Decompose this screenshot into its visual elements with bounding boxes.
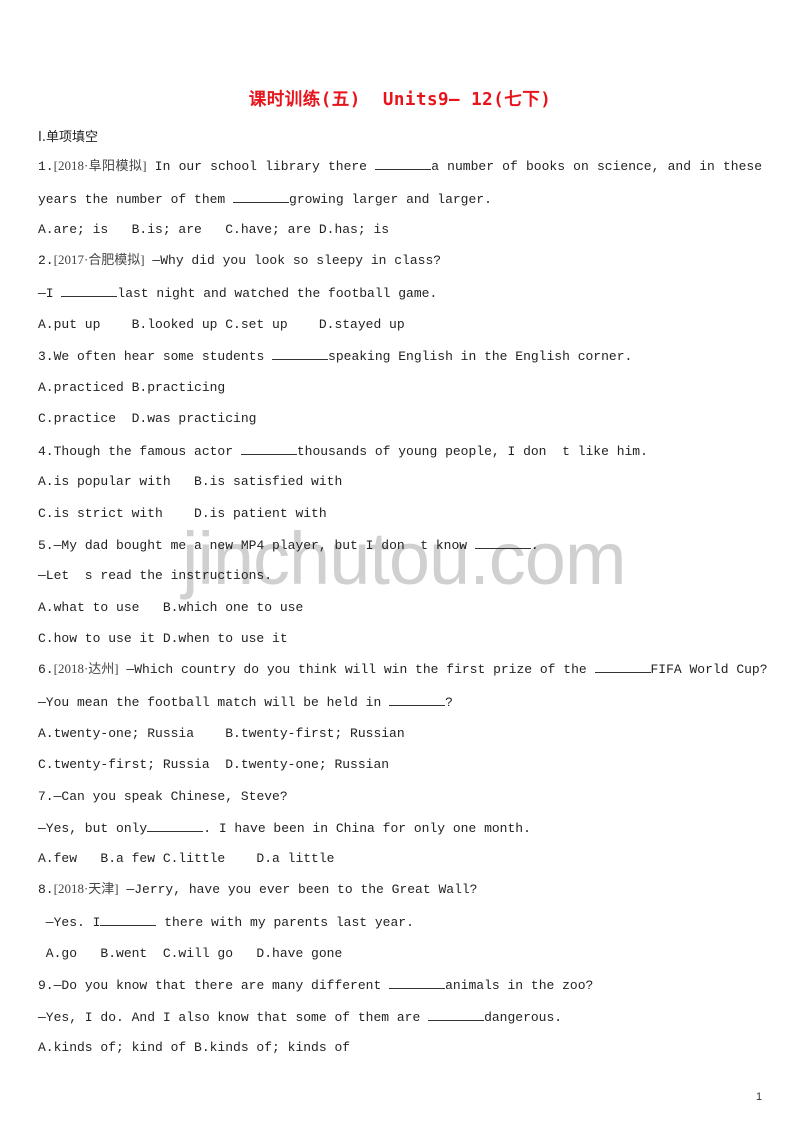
question-3-line-1: 3.We often hear some students speaking E… (38, 348, 632, 365)
answer-blank[interactable] (474, 537, 531, 549)
question-1-options: A.are; is B.is; are C.have; are D.has; i… (38, 222, 390, 237)
question-text: growing larger and larger. (289, 192, 492, 207)
answer-blank[interactable] (375, 158, 432, 170)
question-number: 9. (38, 978, 54, 993)
question-6-options-1: A.twenty-one; Russia B.twenty-first; Rus… (38, 726, 405, 741)
question-number: 7. (38, 789, 54, 804)
watermark: jinchutou.com (182, 517, 627, 600)
question-8-line-2: —Yes. I there with my parents last year. (38, 914, 414, 931)
answer-blank[interactable] (233, 191, 290, 203)
question-6-line-2: —You mean the football match will be hel… (38, 694, 453, 711)
question-6-line-1: 6.[2018·达州] —Which country do you think … (38, 661, 768, 678)
answer-blank[interactable] (61, 285, 118, 297)
question-text: animals in the zoo? (445, 978, 594, 993)
question-3-options-2: C.practice D.was practicing (38, 411, 257, 426)
question-1-line-2: years the number of them growing larger … (38, 191, 492, 208)
question-text: FIFA World Cup? (650, 662, 768, 677)
question-7-line-2: —Yes, but only . I have been in China for… (38, 820, 531, 837)
question-text: . I have been in China for only one mont… (203, 821, 531, 836)
question-text: dangerous. (484, 1010, 563, 1025)
answer-blank[interactable] (147, 820, 204, 832)
question-text: years the number of them (38, 192, 234, 207)
answer-blank[interactable] (389, 977, 446, 989)
answer-blank[interactable] (272, 348, 329, 360)
question-text: there with my parents last year. (156, 915, 414, 930)
question-5-line-1: 5.—My dad bought me a new MP4 player, bu… (38, 537, 539, 554)
question-8-options: A.go B.went C.will go D.have gone (38, 946, 343, 961)
question-text: —My dad bought me a new MP4 player, but … (53, 538, 475, 553)
question-5-line-2: —Let s read the instructions. (38, 568, 273, 583)
question-text: Though the famous actor (53, 444, 241, 459)
question-5-options-1: A.what to use B.which one to use (38, 600, 304, 615)
question-text: a number of books on science, and in the… (431, 159, 762, 174)
question-text: —You mean the football match will be hel… (38, 695, 390, 710)
question-9-options: A.kinds of; kind of B.kinds of; kinds of (38, 1040, 351, 1055)
section-heading: Ⅰ.单项填空 (38, 130, 98, 145)
answer-blank[interactable] (389, 694, 446, 706)
answer-blank[interactable] (594, 661, 651, 673)
question-text: last night and watched the football game… (117, 286, 438, 301)
question-2-line-2: —I last night and watched the football g… (38, 285, 437, 302)
question-text: —I (38, 286, 62, 301)
question-4-line-1: 4.Though the famous actor thousands of y… (38, 443, 648, 460)
question-number: 3. (38, 349, 54, 364)
page-title: 课时训练(五) Units9— 12(七下) (248, 90, 552, 110)
question-source: [2018·天津] (53, 881, 119, 896)
question-7-line-1: 7.—Can you speak Chinese, Steve? (38, 789, 288, 805)
question-number: 5. (38, 538, 54, 553)
answer-blank[interactable] (100, 914, 157, 926)
question-text: In our school library there (146, 159, 376, 174)
question-text: —Yes. I (38, 915, 101, 930)
question-text: We often hear some students (53, 349, 273, 364)
question-number: 2. (38, 253, 54, 268)
question-text: —Which country do you think will win the… (118, 662, 595, 677)
question-9-line-1: 9.—Do you know that there are many diffe… (38, 977, 593, 994)
question-text: —Do you know that there are many differe… (53, 978, 390, 993)
question-9-line-2: —Yes, I do. And I also know that some of… (38, 1009, 562, 1026)
question-6-options-2: C.twenty-first; Russia D.twenty-one; Rus… (38, 757, 390, 772)
answer-blank[interactable] (240, 443, 297, 455)
question-text: —Yes, I do. And I also know that some of… (38, 1010, 429, 1025)
question-8-line-1: 8.[2018·天津] —Jerry, have you ever been t… (38, 881, 477, 898)
question-text: thousands of young people, I don t like … (296, 444, 648, 459)
question-number: 8. (38, 882, 54, 897)
question-number: 4. (38, 444, 54, 459)
question-text: . (530, 538, 539, 553)
question-text: —Yes, but only (38, 821, 148, 836)
question-2-line-1: 2.[2017·合肥模拟] —Why did you look so sleep… (38, 252, 441, 269)
question-3-options-1: A.practiced B.practicing (38, 380, 226, 395)
question-7-options: A.few B.a few C.little D.a little (38, 851, 335, 866)
question-text: ? (445, 695, 453, 710)
question-text: speaking English in the English corner. (328, 349, 633, 364)
answer-blank[interactable] (428, 1009, 485, 1021)
question-text: —Jerry, have you ever been to the Great … (118, 882, 478, 897)
question-1-line-1: 1.[2018·阜阳模拟] In our school library ther… (38, 158, 762, 175)
question-number: 1. (38, 159, 54, 174)
question-4-options-2: C.is strict with D.is patient with (38, 506, 327, 521)
question-text: —Can you speak Chinese, Steve? (53, 789, 288, 804)
question-text: —Why did you look so sleepy in class? (144, 253, 442, 268)
question-4-options-1: A.is popular with B.is satisfied with (38, 474, 343, 489)
question-source: [2018·阜阳模拟] (53, 158, 147, 173)
question-source: [2017·合肥模拟] (53, 252, 145, 267)
question-source: [2018·达州] (53, 661, 119, 676)
question-2-options: A.put up B.looked up C.set up D.stayed u… (38, 317, 405, 332)
question-5-options-2: C.how to use it D.when to use it (38, 631, 288, 646)
question-number: 6. (38, 662, 54, 677)
page-number: 1 (756, 1091, 763, 1103)
